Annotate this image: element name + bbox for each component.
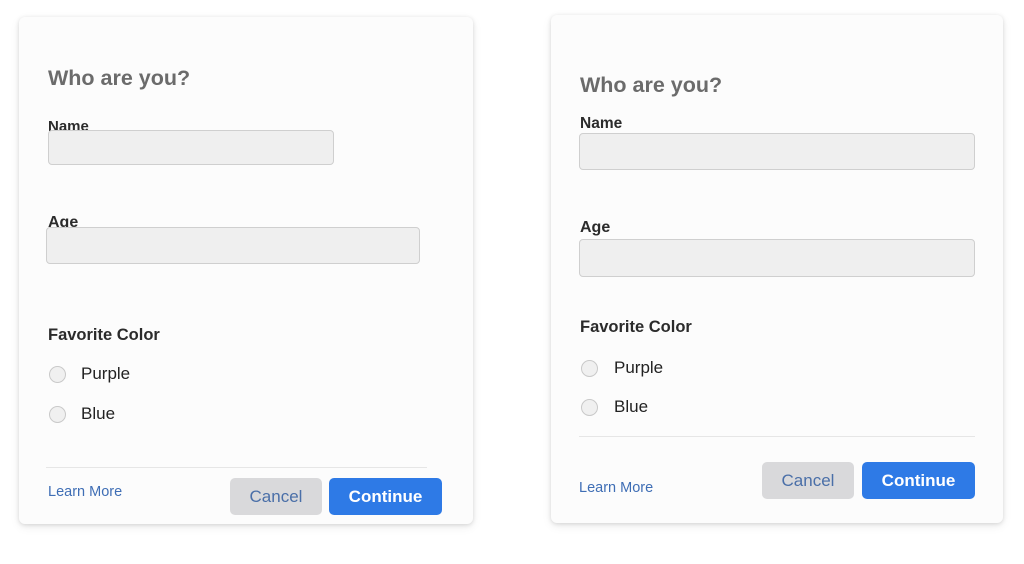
form-card-left: Who are you? Name Age Favorite Color Pur… <box>19 17 473 524</box>
radio-option-blue[interactable]: Blue <box>49 404 115 424</box>
cancel-button[interactable]: Cancel <box>762 462 854 499</box>
continue-button[interactable]: Continue <box>862 462 975 499</box>
learn-more-link[interactable]: Learn More <box>48 484 122 500</box>
footer-divider <box>579 436 975 437</box>
cancel-button[interactable]: Cancel <box>230 478 322 515</box>
favorite-color-group-label: Favorite Color <box>48 326 160 344</box>
favorite-color-group-label: Favorite Color <box>580 318 692 336</box>
radio-option-label: Purple <box>614 358 664 377</box>
name-input[interactable] <box>48 130 334 165</box>
radio-icon[interactable] <box>49 365 66 383</box>
age-input[interactable] <box>579 239 975 277</box>
radio-option-label: Blue <box>614 397 649 416</box>
radio-option-label: Purple <box>81 364 131 383</box>
radio-icon[interactable] <box>581 359 598 377</box>
radio-option-blue[interactable]: Blue <box>581 397 648 417</box>
age-field-label: Age <box>580 219 611 236</box>
continue-button[interactable]: Continue <box>329 478 442 515</box>
radio-icon[interactable] <box>49 405 66 423</box>
page-title: Who are you? <box>580 73 723 98</box>
age-input[interactable] <box>46 227 420 264</box>
footer-divider <box>46 467 427 468</box>
name-input[interactable] <box>579 133 975 170</box>
radio-icon[interactable] <box>581 398 598 416</box>
radio-option-label: Blue <box>81 404 116 423</box>
radio-option-purple[interactable]: Purple <box>581 358 663 378</box>
learn-more-link[interactable]: Learn More <box>579 480 653 496</box>
form-card-right: Who are you? Name Age Favorite Color Pur… <box>551 15 1003 523</box>
page-title: Who are you? <box>48 66 191 91</box>
name-field-label: Name <box>580 115 623 132</box>
radio-option-purple[interactable]: Purple <box>49 364 130 384</box>
